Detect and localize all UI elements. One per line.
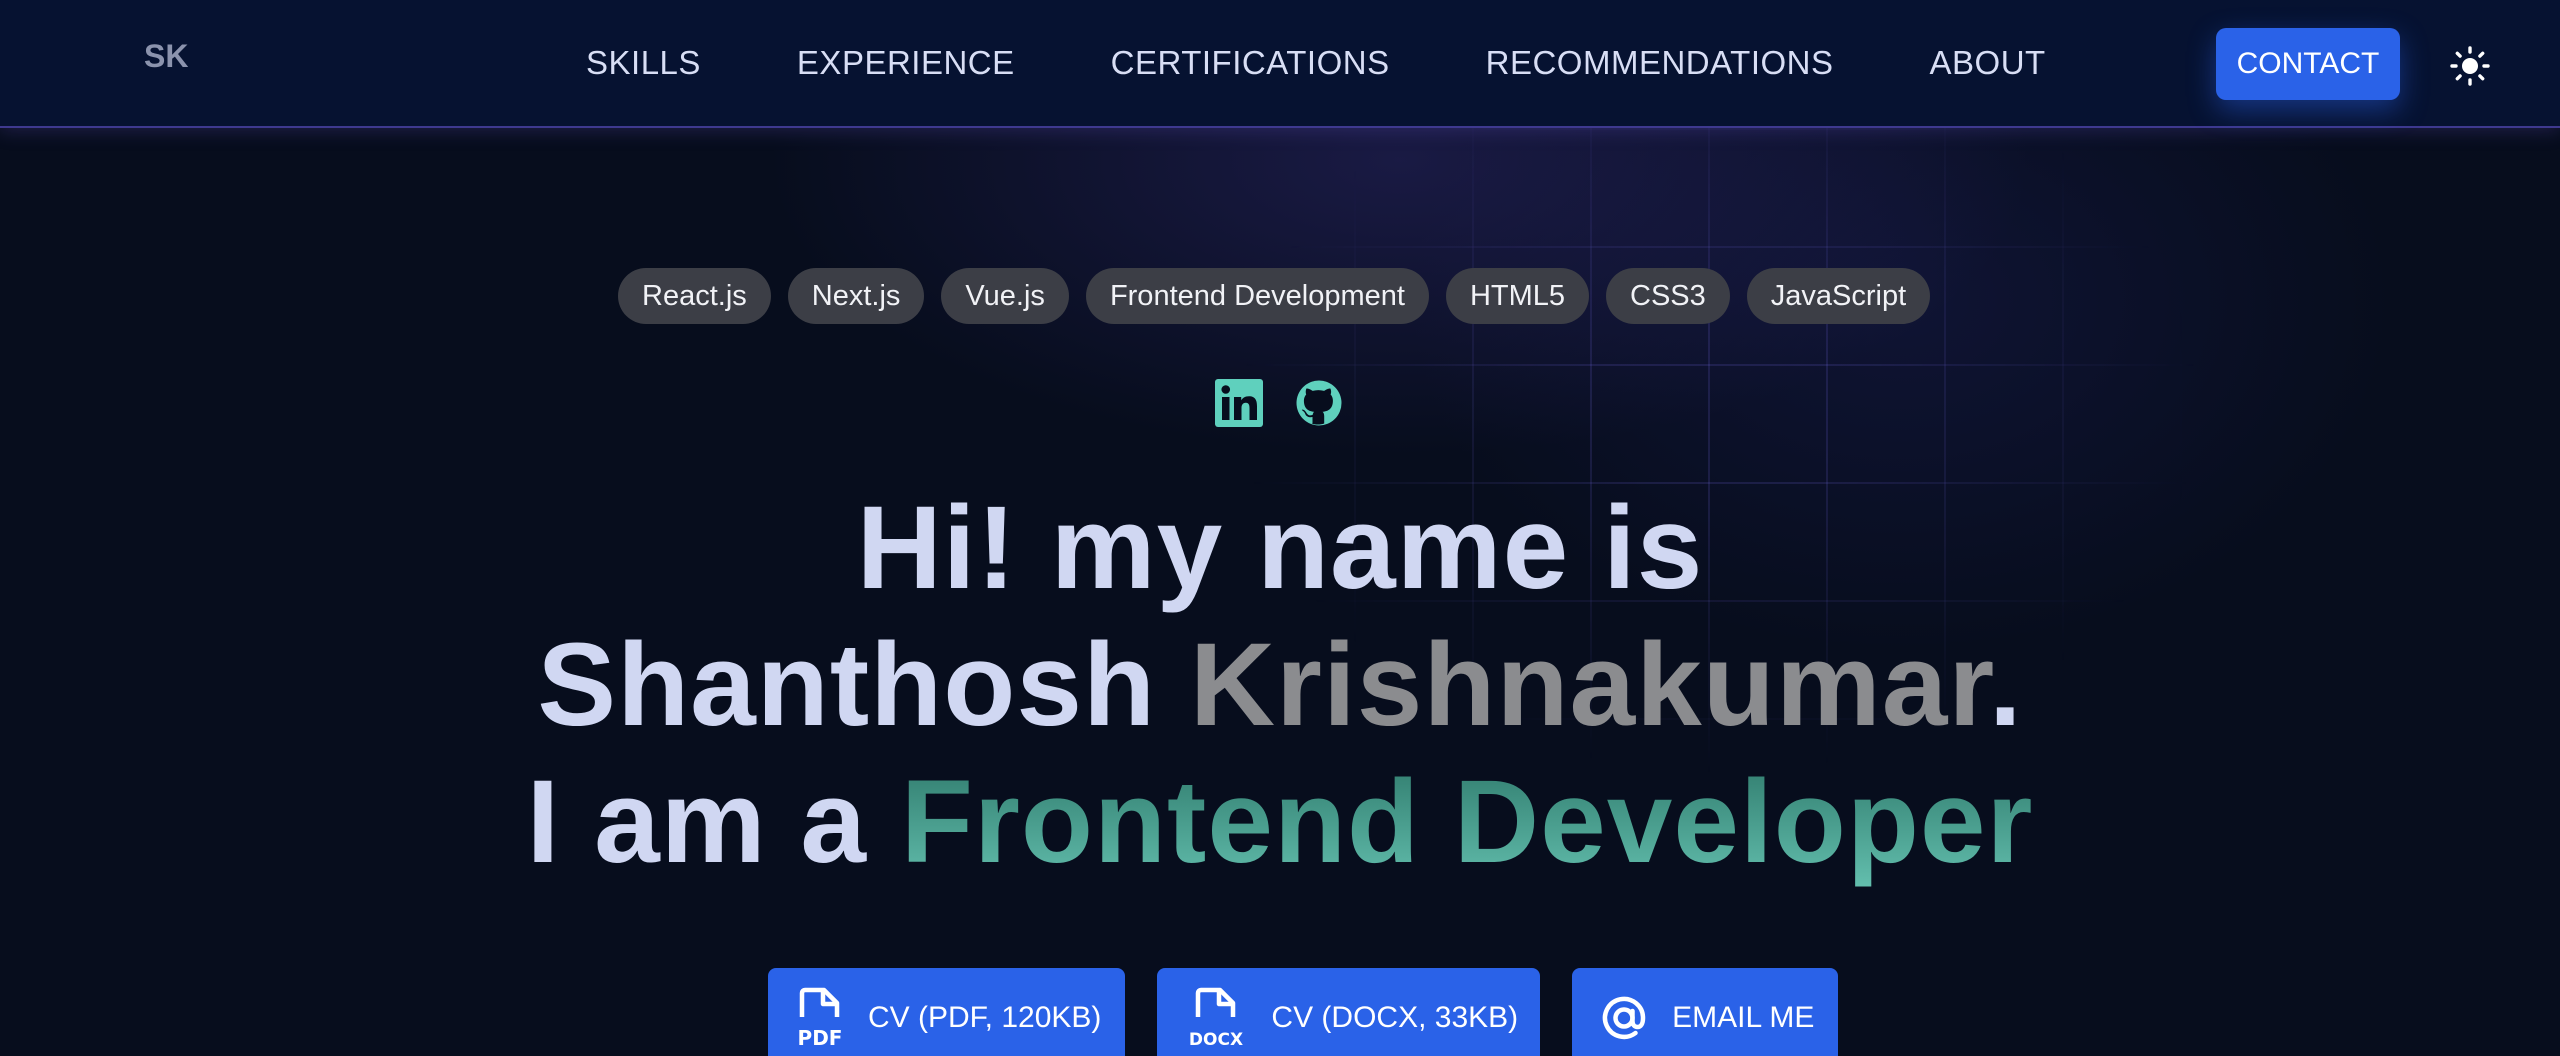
nav-skills[interactable]: SKILLS <box>586 44 701 82</box>
headline-line-3: I am a Frontend Developer <box>0 754 2560 891</box>
download-cv-docx-button[interactable]: DOCX CV (DOCX, 33KB) <box>1157 968 1541 1056</box>
tag-frontend-development: Frontend Development <box>1085 268 1429 324</box>
headline-line-2: Shanthosh Krishnakumar. <box>0 617 2560 754</box>
pdf-icon-label: PDF <box>798 1026 843 1049</box>
skill-tags: React.js Next.js Vue.js Frontend Develop… <box>618 268 1931 324</box>
at-sign-icon <box>1602 996 1646 1040</box>
name-period: . <box>1988 619 2023 751</box>
email-me-label: EMAIL ME <box>1672 1001 1815 1034</box>
docx-file-icon: DOCX <box>1189 987 1244 1049</box>
site-logo[interactable]: SK <box>144 38 188 75</box>
tag-css3: CSS3 <box>1606 268 1730 324</box>
headline-line-1: Hi! my name is <box>856 482 1704 614</box>
hero-headline: Hi! my name is Shanthosh Krishnakumar. I… <box>0 480 2560 891</box>
cv-docx-label: CV (DOCX, 33KB) <box>1271 1001 1519 1034</box>
sun-icon[interactable] <box>2450 46 2490 86</box>
pdf-file-icon: PDF <box>798 987 843 1049</box>
download-cv-pdf-button[interactable]: PDF CV (PDF, 120KB) <box>768 968 1126 1056</box>
hero-actions: PDF CV (PDF, 120KB) DOCX CV (DOCX, 33KB)… <box>768 968 1839 1056</box>
nav-recommendations[interactable]: RECOMMENDATIONS <box>1486 44 1834 82</box>
github-icon[interactable] <box>1294 378 1344 428</box>
nav-certifications[interactable]: CERTIFICATIONS <box>1111 44 1390 82</box>
tag-vue: Vue.js <box>941 268 1069 324</box>
nav-experience[interactable]: EXPERIENCE <box>797 44 1015 82</box>
last-name: Krishnakumar <box>1189 619 1989 751</box>
tag-next: Next.js <box>787 268 925 324</box>
nav-about[interactable]: ABOUT <box>1930 44 2046 82</box>
role-title: Frontend Developer <box>900 756 2034 888</box>
docx-icon-label: DOCX <box>1189 1030 1243 1049</box>
main-nav: SKILLS EXPERIENCE CERTIFICATIONS RECOMME… <box>586 44 2046 82</box>
tag-javascript: JavaScript <box>1746 268 1931 324</box>
tag-react: React.js <box>618 268 771 324</box>
tag-html5: HTML5 <box>1445 268 1590 324</box>
first-name: Shanthosh <box>537 619 1157 751</box>
role-prefix: I am a <box>526 756 868 888</box>
email-me-button[interactable]: EMAIL ME <box>1572 968 1839 1056</box>
top-navbar: SK SKILLS EXPERIENCE CERTIFICATIONS RECO… <box>0 0 2560 128</box>
cv-pdf-label: CV (PDF, 120KB) <box>868 1001 1102 1034</box>
linkedin-icon[interactable] <box>1214 378 1264 428</box>
social-links <box>1214 378 1344 428</box>
page: SK SKILLS EXPERIENCE CERTIFICATIONS RECO… <box>0 0 2560 1056</box>
contact-button[interactable]: CONTACT <box>2216 28 2400 100</box>
